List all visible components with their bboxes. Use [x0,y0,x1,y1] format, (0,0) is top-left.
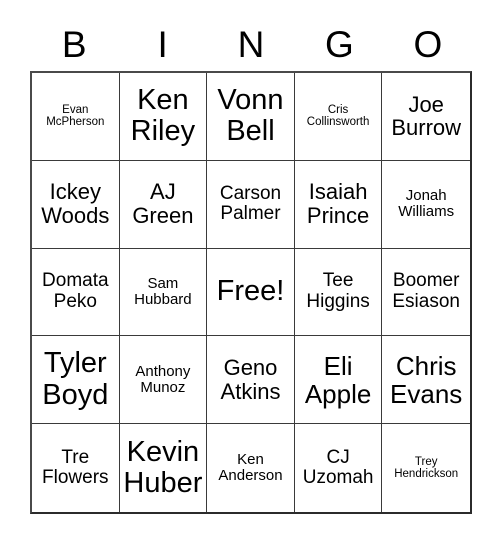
bingo-cell-label: Carson Palmer [219,182,282,225]
bingo-cell[interactable]: Anthony Munoz [119,336,208,425]
bingo-cell-label: Tee Higgins [306,270,370,312]
bingo-cell[interactable]: Geno Atkins [207,336,295,425]
bingo-cell[interactable]: Trey Hendrickson [382,424,470,512]
bingo-cell[interactable]: Ickey Woods [32,160,120,249]
bingo-cell-label: Ickey Woods [41,179,110,229]
bingo-cell-label: Isaiah Prince [306,179,370,229]
bingo-cell-label: Ken Anderson [218,450,283,485]
bingo-cell[interactable]: Chris Evans [382,336,470,425]
bingo-cell[interactable]: AJ Green [119,160,208,249]
bingo-cell[interactable]: CJ Uzomah [294,424,383,512]
bingo-header-letter-g: G [325,24,354,65]
bingo-cell-label: Anthony Munoz [135,362,191,396]
bingo-cell-label: Kevin Huber [123,435,203,500]
bingo-cell-label: CJ Uzomah [302,446,374,489]
bingo-cell-label: Tre Flowers [42,446,109,489]
bingo-cell[interactable]: Vonn Bell [207,73,295,161]
bingo-cell[interactable]: Cris Collinsworth [294,73,383,161]
bingo-cell-free[interactable]: Free! [207,248,295,337]
bingo-grid: Evan McPherson Ken Riley Vonn Bell Cris … [30,71,472,514]
bingo-cell[interactable]: Isaiah Prince [294,160,383,249]
bingo-cell-label: Boomer Esiason [392,270,460,312]
bingo-cell[interactable]: Carson Palmer [207,160,295,249]
bingo-cell[interactable]: Tyler Boyd [32,336,120,425]
bingo-header-letter-n: N [237,24,265,65]
bingo-cell-label: Vonn Bell [217,84,284,148]
bingo-header-letter-o: O [413,24,443,65]
bingo-cell-label: Ken Riley [130,84,196,148]
bingo-cell[interactable]: Ken Anderson [207,424,295,512]
bingo-cell-label: Evan McPherson [46,103,105,129]
bingo-cell-label: AJ Green [132,179,194,229]
bingo-cell-label: Chris Evans [390,350,463,409]
bingo-header-letter-b: B [61,24,87,65]
bingo-cell[interactable]: Joe Burrow [382,73,470,161]
bingo-cell-label: Trey Hendrickson [394,455,459,481]
bingo-cell-label: Domata Peko [42,270,109,312]
bingo-cell[interactable]: Boomer Esiason [382,248,470,337]
bingo-cell-label: Sam Hubbard [134,274,192,308]
bingo-cell-label: Geno Atkins [220,355,281,404]
bingo-cell[interactable]: Kevin Huber [119,424,208,512]
bingo-cell[interactable]: Ken Riley [119,73,208,161]
bingo-cell-label: Eli Apple [304,350,372,409]
bingo-cell[interactable]: Evan McPherson [32,73,120,161]
bingo-cell-label: Tyler Boyd [42,347,109,411]
bingo-header-row: B I N G O [30,18,472,71]
bingo-cell[interactable]: Domata Peko [32,248,120,337]
bingo-header-letter-i: I [157,24,168,65]
bingo-cell[interactable]: Tre Flowers [32,424,120,512]
bingo-cell[interactable]: Sam Hubbard [119,248,208,337]
bingo-cell[interactable]: Jonah Williams [382,160,470,249]
bingo-card: B I N G O Evan McPherson Ken Riley Vonn … [0,0,500,544]
bingo-cell[interactable]: Tee Higgins [294,248,383,337]
bingo-cell-label: Jonah Williams [398,187,455,221]
bingo-cell-label: Cris Collinsworth [306,103,370,129]
bingo-cell-label: Joe Burrow [391,91,462,141]
bingo-cell-label: Free! [216,275,285,308]
bingo-cell[interactable]: Eli Apple [294,336,383,425]
